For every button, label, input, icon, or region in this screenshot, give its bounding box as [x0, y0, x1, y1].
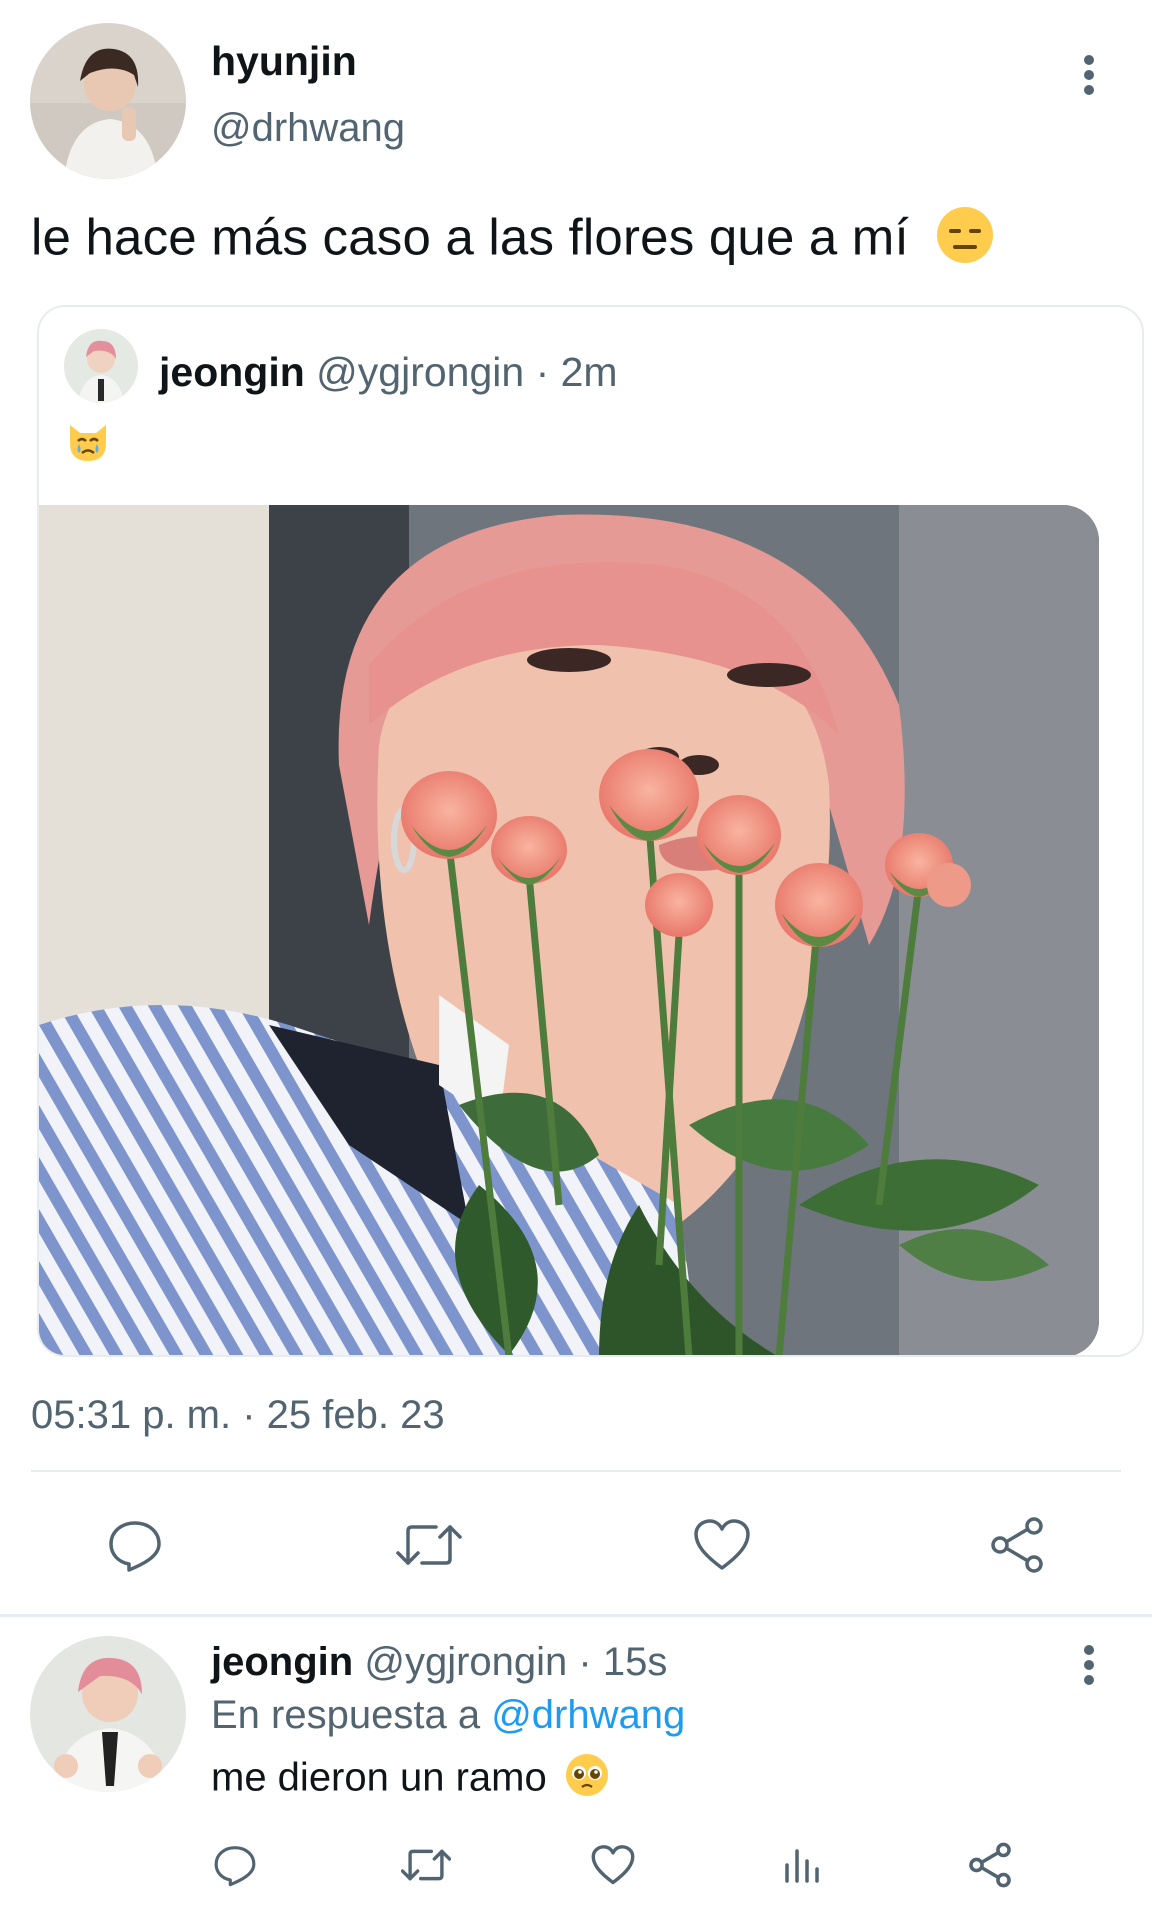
- more-vertical-icon[interactable]: [1073, 50, 1105, 100]
- main-tweet-text-content: le hace más caso a las flores que a mí: [31, 208, 909, 266]
- section-divider: [0, 1614, 1152, 1617]
- share-icon[interactable]: [987, 1515, 1047, 1575]
- more-vertical-icon[interactable]: [1073, 1640, 1105, 1690]
- quoted-tweet-header: jeongin @ygjrongin · 2m: [159, 349, 618, 396]
- crying-cat-emoji: [64, 417, 112, 470]
- retweet-icon[interactable]: [394, 1515, 464, 1575]
- pleading-face-emoji: [564, 1752, 610, 1808]
- share-icon[interactable]: [965, 1840, 1015, 1890]
- expressionless-face-emoji: [935, 205, 995, 277]
- quoted-author-name[interactable]: jeongin: [159, 349, 305, 395]
- retweet-icon[interactable]: [398, 1840, 454, 1890]
- reply-author-handle[interactable]: @ygjrongin: [364, 1640, 567, 1684]
- reply-tweet-text: me dieron un ramo: [211, 1752, 610, 1808]
- analytics-icon[interactable]: [776, 1840, 826, 1890]
- quoted-tweet-time: · 2m: [524, 349, 618, 395]
- main-tweet-text: le hace más caso a las flores que a mí: [31, 205, 995, 277]
- tweet-timestamp[interactable]: 05:31 p. m. · 25 feb. 23: [31, 1393, 445, 1438]
- in-reply-to-label: En respuesta a: [211, 1693, 492, 1737]
- reply-icon[interactable]: [210, 1840, 260, 1890]
- heart-icon[interactable]: [692, 1515, 752, 1575]
- reply-author-avatar[interactable]: [30, 1636, 186, 1792]
- main-author-name[interactable]: hyunjin: [211, 38, 357, 85]
- reply-author-name[interactable]: jeongin: [211, 1640, 353, 1684]
- heart-icon[interactable]: [588, 1840, 638, 1890]
- quoted-tweet-photo[interactable]: [39, 505, 1099, 1355]
- main-author-avatar[interactable]: [30, 23, 186, 179]
- divider: [31, 1470, 1121, 1472]
- main-author-handle[interactable]: @drhwang: [211, 106, 405, 151]
- reply-tweet-header: jeongin @ygjrongin · 15s: [211, 1640, 667, 1685]
- quoted-author-handle[interactable]: @ygjrongin: [316, 349, 524, 395]
- in-reply-to-mention[interactable]: @drhwang: [491, 1693, 685, 1737]
- quoted-tweet-card[interactable]: jeongin @ygjrongin · 2m: [37, 305, 1144, 1357]
- reply-tweet-text-content: me dieron un ramo: [211, 1755, 547, 1800]
- reply-tweet-time: · 15s: [567, 1640, 668, 1684]
- in-reply-to: En respuesta a @drhwang: [211, 1693, 685, 1738]
- quoted-author-avatar: [64, 329, 138, 403]
- reply-icon[interactable]: [105, 1515, 165, 1575]
